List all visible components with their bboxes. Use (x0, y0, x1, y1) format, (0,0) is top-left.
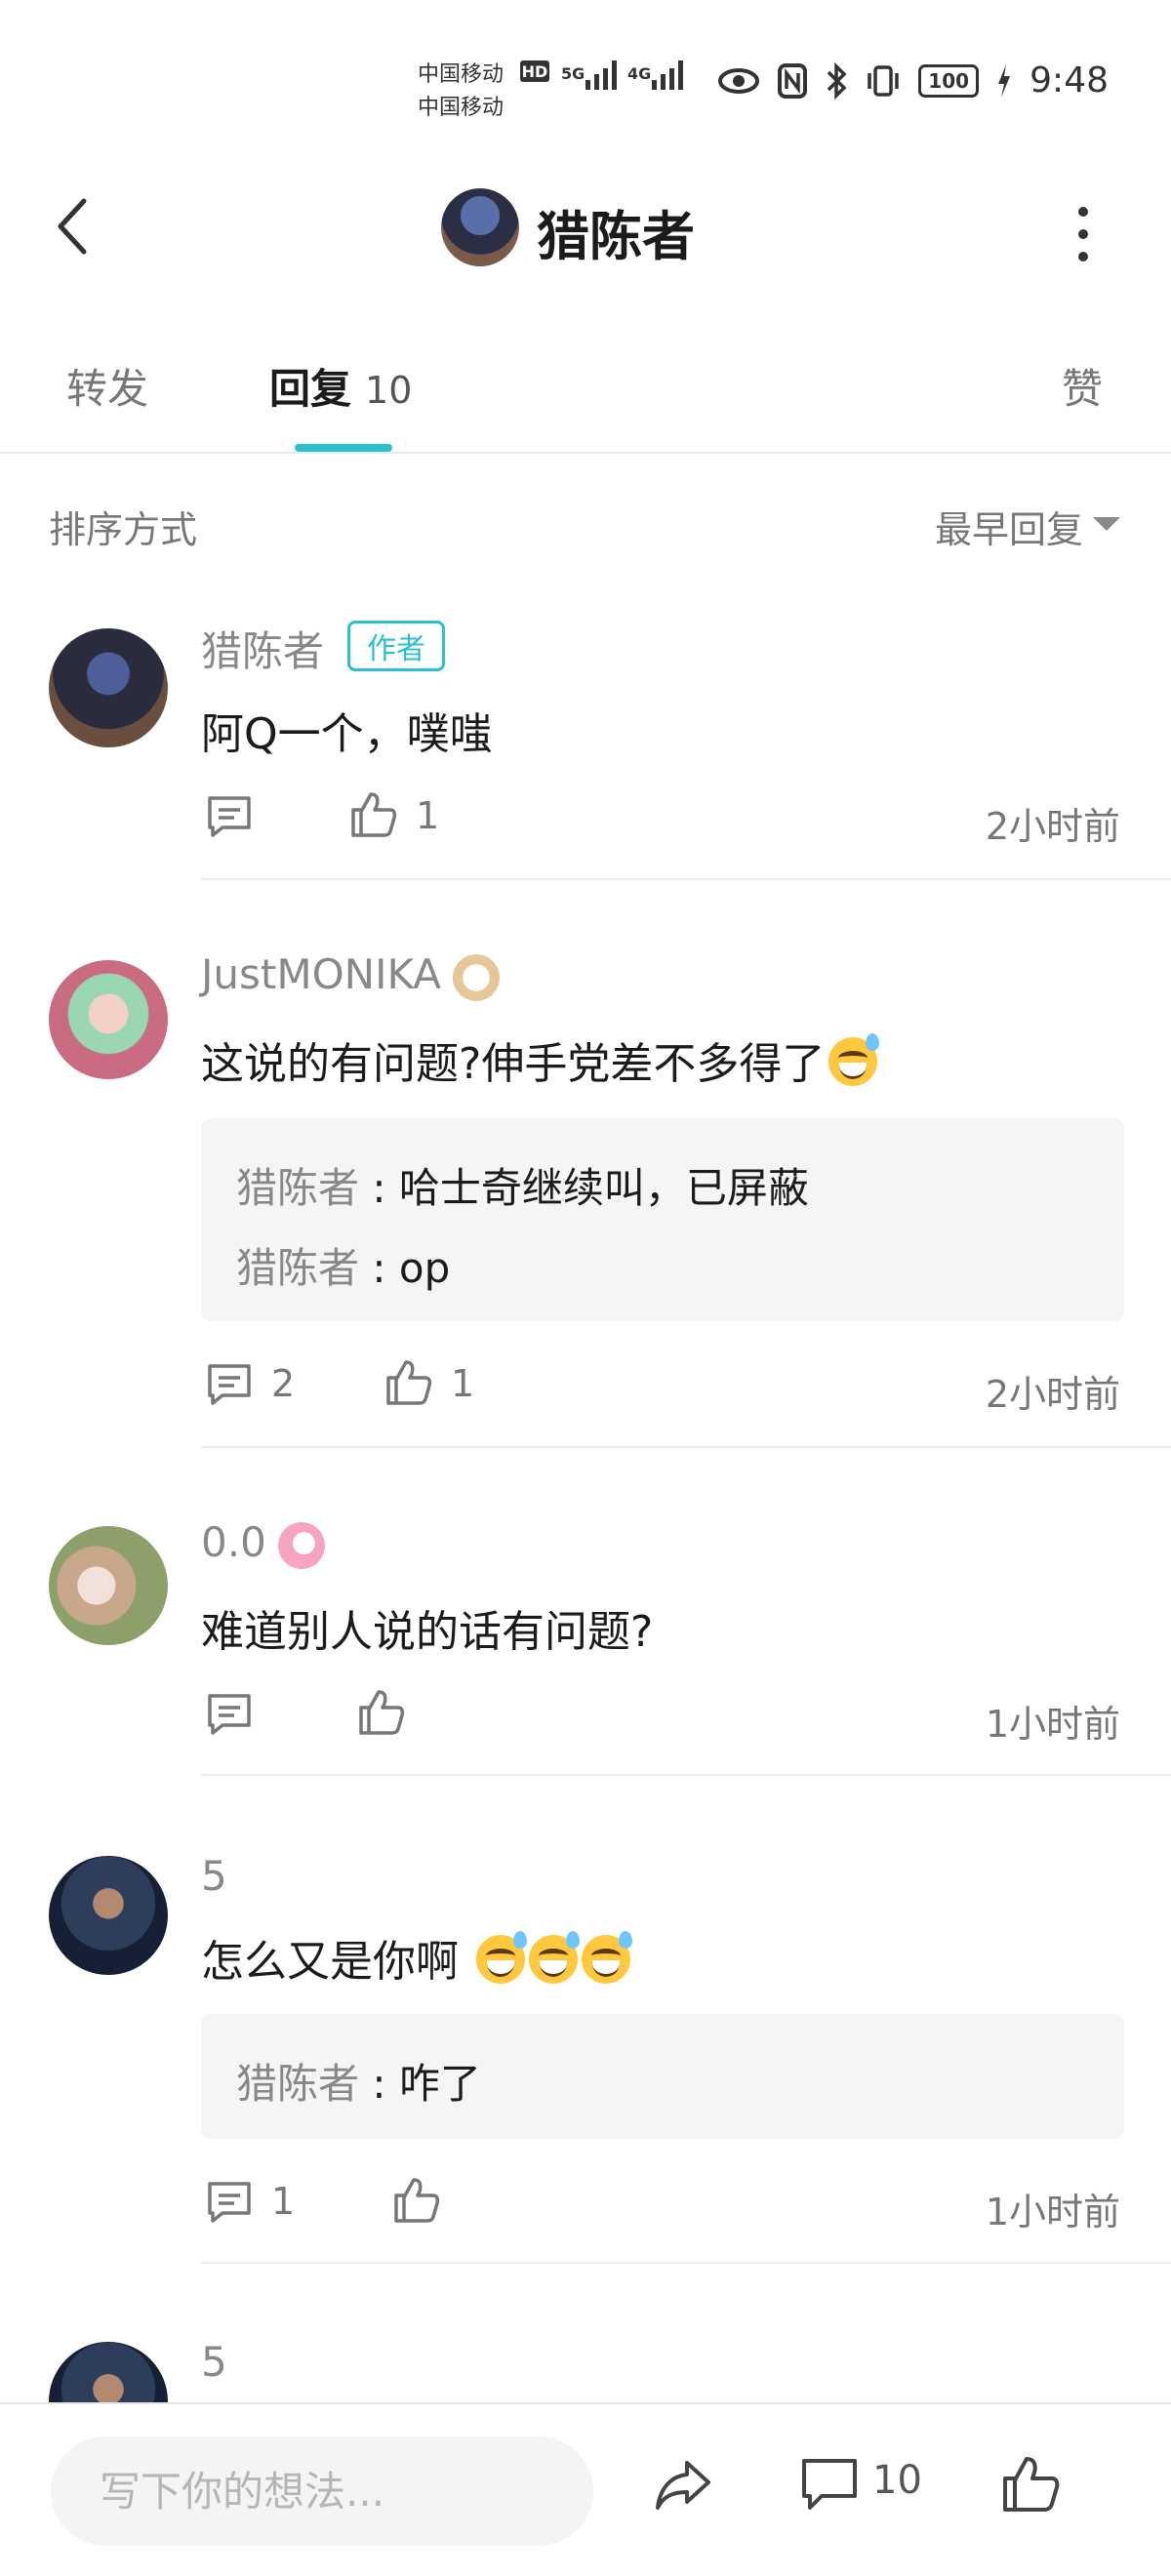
network-4g-label: 4G (627, 64, 652, 83)
comment-time: 1小时前 (985, 1703, 1120, 1746)
comment-avatar[interactable] (49, 960, 168, 1079)
battery-icon: 100 (918, 63, 980, 98)
reply-preview-line: 猎陈者 : op (236, 1235, 450, 1295)
comment-author[interactable]: 5 (201, 2338, 227, 2386)
nfc-icon (778, 62, 808, 99)
signal-icon-2 (652, 60, 683, 90)
sort-label: 排序方式 (49, 508, 198, 551)
like-icon[interactable] (349, 790, 398, 839)
comment-divider (201, 1774, 1171, 1776)
comment-avatar[interactable] (49, 1856, 168, 1975)
comment-text: 阿Q一个，噗嗤 (201, 709, 493, 759)
comment-text-row: 怎么又是你啊 (201, 1926, 632, 1989)
reply-separator: : (359, 2060, 399, 2108)
tab-repost[interactable]: 转发 (66, 356, 148, 416)
sweat-smile-emoji-icon (582, 1931, 632, 1984)
tab-divider (0, 452, 1171, 454)
back-arrow-icon[interactable] (51, 195, 94, 258)
comment-input[interactable] (51, 2436, 593, 2546)
reply-text: op (398, 1244, 451, 1292)
comment-time: 2小时前 (985, 1373, 1120, 1416)
like-count: 1 (451, 1362, 475, 1405)
comment-icon[interactable] (798, 2453, 861, 2516)
reply-icon[interactable] (205, 1690, 254, 1739)
comment-author-row[interactable]: 0.0 (201, 1518, 325, 1569)
header-avatar[interactable] (441, 188, 519, 266)
comment-divider (201, 878, 1171, 880)
sweat-smile-emoji-icon (476, 1931, 527, 1984)
page-title: 猎陈者 (537, 206, 695, 267)
comment-author[interactable]: 5 (201, 1852, 227, 1900)
comment-time: 2小时前 (985, 805, 1120, 848)
charging-icon (998, 63, 1011, 98)
like-icon[interactable] (357, 1688, 406, 1737)
signal-icon-1 (586, 60, 617, 90)
comment-time: 1小时前 (985, 2191, 1120, 2234)
reply-preview-line: 猎陈者 : 哈士奇继续叫，已屏蔽 (236, 1155, 809, 1215)
status-right-group: 100 9:48 (717, 60, 1109, 101)
reply-author: 猎陈者 (236, 2060, 360, 2108)
bottom-action-bar: 10 (0, 2402, 1171, 2576)
more-options-icon[interactable] (1077, 207, 1089, 262)
comment-divider (201, 1446, 1171, 1448)
tab-replies-label: 回复 (269, 365, 352, 413)
network-5g-label: 5G (561, 64, 586, 83)
reply-author: 猎陈者 (236, 1164, 360, 1212)
comment-avatar[interactable] (49, 1526, 168, 1645)
like-icon[interactable] (999, 2453, 1062, 2516)
user-medal-icon (453, 953, 500, 1001)
comment-author[interactable]: 猎陈者 (201, 619, 324, 678)
status-bar: 中国移动 HD 中国移动 5G 4G 100 9:48 (0, 0, 1171, 166)
vibrate-icon (868, 64, 899, 97)
comment-text-row: 这说的有问题?伸手党差不多得了 (201, 1028, 880, 1091)
tab-likes[interactable]: 赞 (1062, 356, 1103, 416)
sweat-smile-emoji-icon (529, 1931, 580, 1984)
reply-text: 咋了 (398, 2060, 481, 2108)
carrier-label-2: 中国移动 (418, 96, 505, 120)
comment-avatar[interactable] (49, 628, 168, 747)
reply-text: 哈士奇继续叫，已屏蔽 (398, 1164, 809, 1212)
caret-down-icon[interactable] (1093, 517, 1120, 531)
sort-dropdown[interactable]: 最早回复 (935, 500, 1083, 553)
comment-text: 怎么又是你啊 (201, 1937, 459, 1987)
like-icon[interactable] (384, 1358, 433, 1407)
comment-author: 0.0 (201, 1518, 266, 1566)
reply-icon[interactable] (205, 792, 254, 841)
comment-count: 10 (872, 2458, 922, 2503)
user-medal-icon (277, 1521, 325, 1569)
reply-count: 1 (271, 2180, 296, 2223)
hd-badge: HD (520, 60, 549, 82)
reply-author: 猎陈者 (236, 1244, 360, 1292)
clock: 9:48 (1030, 60, 1109, 101)
comment-text: 这说的有问题?伸手党差不多得了 (201, 1039, 826, 1089)
eye-icon (718, 67, 760, 94)
bluetooth-icon (827, 61, 847, 100)
reply-icon[interactable] (205, 1360, 254, 1409)
reply-preview-line: 猎陈者 : 咋了 (236, 2051, 481, 2111)
author-badge: 作者 (347, 621, 445, 671)
reply-count: 2 (271, 1362, 296, 1405)
sweat-smile-emoji-icon (828, 1033, 880, 1086)
share-icon[interactable] (652, 2453, 714, 2516)
comment-text: 难道别人说的话有问题? (201, 1607, 654, 1657)
like-icon[interactable] (392, 2176, 441, 2225)
reply-preview-box[interactable]: 猎陈者 : 咋了 (201, 2014, 1124, 2139)
reply-preview-box[interactable]: 猎陈者 : 哈士奇继续叫，已屏蔽 猎陈者 : op (201, 1118, 1124, 1321)
tab-replies-count: 10 (365, 369, 413, 412)
carrier-label-1: 中国移动 (418, 62, 505, 87)
tab-active-indicator (295, 444, 392, 452)
comment-author-row[interactable]: JustMONIKA (201, 950, 500, 1001)
reply-icon[interactable] (205, 2178, 254, 2227)
reply-separator: : (359, 1164, 399, 1212)
comment-divider (201, 2262, 1171, 2264)
reply-separator: : (359, 1244, 399, 1292)
comment-author: JustMONIKA (201, 950, 441, 998)
tab-replies[interactable]: 回复 10 (269, 356, 412, 416)
like-count: 1 (416, 794, 440, 837)
